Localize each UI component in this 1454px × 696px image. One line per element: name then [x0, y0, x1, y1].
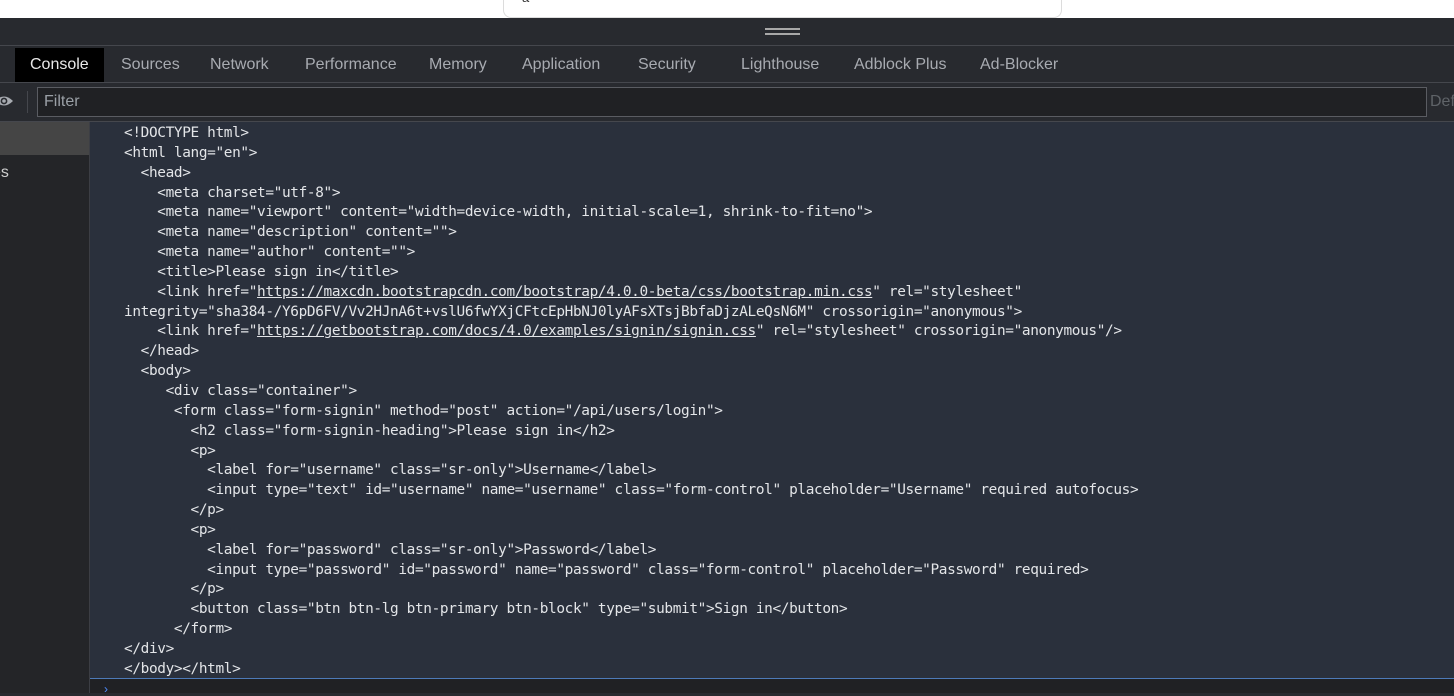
sidebar-selected-item[interactable]: [0, 122, 89, 155]
code-text: <link href=": [124, 323, 258, 340]
console-line: <link href="https://getbootstrap.com/doc…: [124, 322, 1138, 342]
resource-link[interactable]: https://maxcdn.bootstrapcdn.com/bootstra…: [257, 284, 873, 300]
console-line: <meta name="viewport" content="width=dev…: [124, 204, 873, 221]
console-line: integrity="sha384-/Y6pD6FV/Vv2HJnA6t+vsl…: [124, 303, 1022, 320]
default-levels-dropdown[interactable]: Def: [1430, 83, 1454, 121]
console-line: <div class="container">: [124, 382, 358, 399]
console-line: <link href="https://maxcdn.bootstrapcdn.…: [124, 283, 1138, 303]
eye-icon[interactable]: [0, 94, 14, 108]
code-text: <link href=": [124, 283, 258, 300]
tab-adblock-plus[interactable]: Adblock Plus: [839, 48, 962, 82]
console-line: <head>: [124, 164, 191, 181]
console-line: <body>: [124, 363, 191, 380]
tab-network[interactable]: Network: [195, 48, 284, 82]
tab-memory[interactable]: Memory: [414, 48, 502, 82]
toolbar-divider: [27, 91, 28, 113]
devtools-resize-bar[interactable]: [0, 18, 1454, 46]
tab-sources[interactable]: Sources: [106, 48, 195, 82]
console-line: </body></html>: [124, 660, 241, 677]
console-line: <p>: [124, 442, 216, 459]
console-line: <input type="password" id="password" nam…: [124, 561, 1089, 578]
console-line: <meta name="description" content="">: [124, 224, 457, 241]
tab-console[interactable]: Console: [15, 48, 104, 82]
page-text-fragment: a: [522, 0, 529, 5]
console-line: </head>: [124, 343, 200, 360]
tab-security[interactable]: Security: [623, 48, 711, 82]
sidebar-item-messages[interactable]: es: [0, 164, 9, 182]
console-line: <title>Please sign in</title>: [124, 263, 399, 280]
devtools-tab-bar: Console Sources Network Performance Memory Ap…: [0, 46, 1454, 83]
console-line: <p>: [124, 521, 216, 538]
tab-performance[interactable]: Performance: [290, 48, 412, 82]
console-line: <html lang="en">: [124, 144, 258, 161]
console-line: </p>: [124, 581, 225, 598]
drag-handle-icon[interactable]: [765, 28, 800, 36]
console-output: <!DOCTYPE html> <html lang="en"> <head> <…: [90, 122, 1454, 679]
console-line: </div>: [124, 640, 174, 657]
console-toolbar: Def: [0, 83, 1454, 122]
console-line: <label for="username" class="sr-only">Us…: [124, 462, 657, 479]
console-line: <button class="btn btn-lg btn-primary bt…: [124, 601, 848, 618]
tab-ad-blocker[interactable]: Ad-Blocker: [965, 48, 1073, 82]
console-prompt[interactable]: ›: [90, 679, 1454, 695]
console-html-output: <!DOCTYPE html> <html lang="en"> <head> <…: [124, 124, 1139, 680]
console-line: <!DOCTYPE html>: [124, 125, 249, 141]
console-line: <h2 class="form-signin-heading">Please s…: [124, 422, 615, 439]
console-line: <label for="password" class="sr-only">Pa…: [124, 541, 657, 558]
resource-link[interactable]: https://getbootstrap.com/docs/4.0/exampl…: [257, 323, 756, 339]
console-line: <meta name="author" content="">: [124, 244, 415, 261]
console-line: </p>: [124, 502, 225, 519]
tab-lighthouse[interactable]: Lighthouse: [726, 48, 834, 82]
filter-input[interactable]: [37, 87, 1427, 117]
console-line: <form class="form-signin" method="post" …: [124, 402, 723, 419]
code-text: " rel="stylesheet": [872, 283, 1022, 300]
tab-application[interactable]: Application: [507, 48, 615, 82]
code-text: " rel="stylesheet" crossorigin="anonymou…: [755, 323, 1122, 340]
console-line: <meta charset="utf-8">: [124, 184, 341, 201]
inspected-page-area: a: [0, 0, 1454, 18]
page-text-box[interactable]: a: [503, 0, 1062, 18]
console-sidebar: es: [0, 122, 90, 693]
console-line: <input type="text" id="username" name="u…: [124, 482, 1139, 499]
console-line: </form>: [124, 621, 233, 638]
